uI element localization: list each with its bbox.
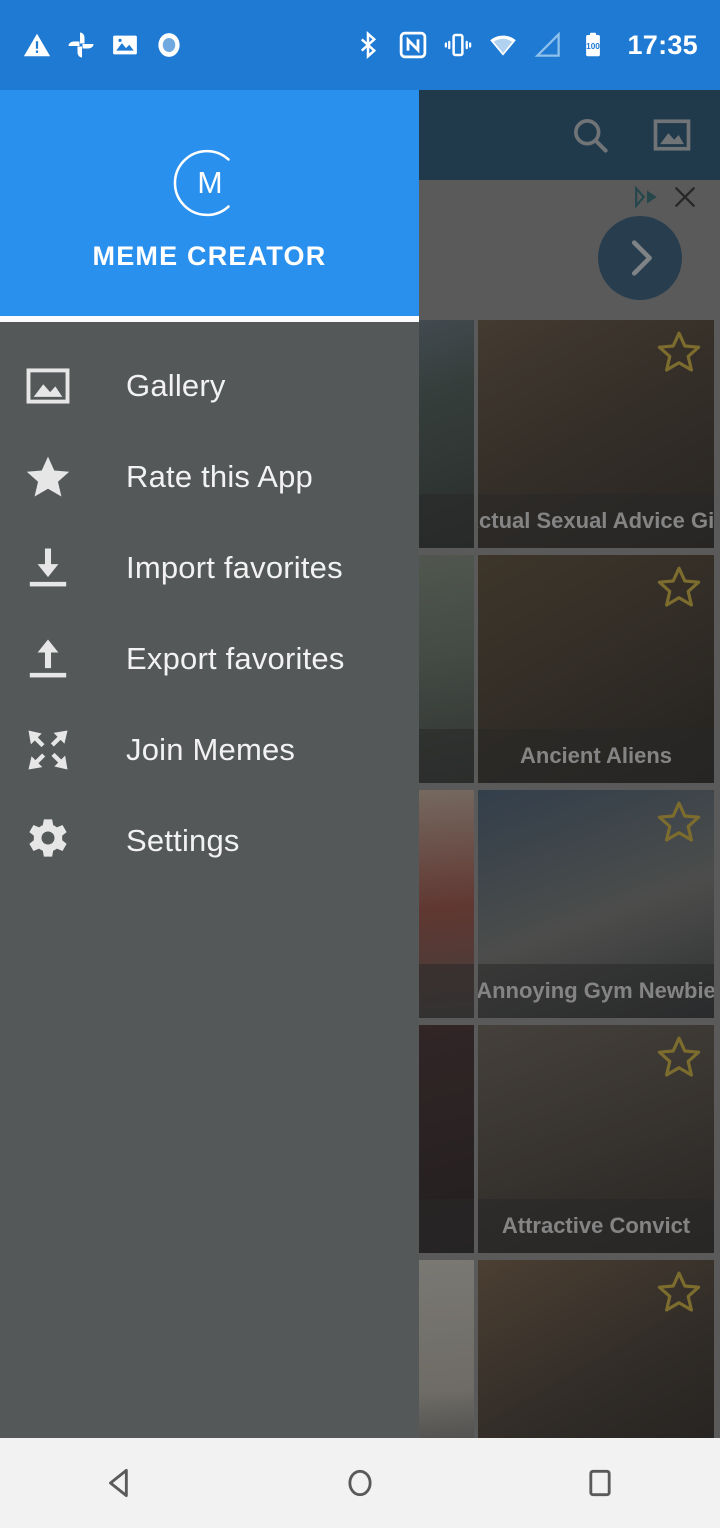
warning-triangle-icon (23, 33, 51, 57)
drawer-item-rate-this-app[interactable]: Rate this App (0, 431, 419, 522)
drawer-item-export-favorites[interactable]: Export favorites (0, 613, 419, 704)
status-bar-system-icons: 100 17:35 (353, 30, 698, 61)
drawer-item-import-favorites[interactable]: Import favorites (0, 522, 419, 613)
drawer-item-label: Gallery (126, 367, 226, 403)
download-icon (29, 548, 67, 586)
status-bar: 100 17:35 (0, 0, 720, 90)
image-icon (26, 367, 70, 404)
gear-icon (29, 818, 67, 857)
join-arrows-icon (28, 730, 68, 769)
status-bar-notification-icons (22, 30, 184, 60)
drawer-item-label: Settings (126, 822, 240, 858)
star-icon (26, 456, 70, 496)
nfc-icon (400, 31, 427, 59)
drawer-header: M MEME CREATOR (0, 90, 419, 316)
drawer-item-gallery[interactable]: Gallery (0, 340, 419, 431)
square-icon (589, 1469, 611, 1497)
drawer-item-settings[interactable]: Settings (0, 795, 419, 886)
app-logo-letter: M (197, 167, 222, 200)
bluetooth-icon (361, 30, 377, 60)
phone-screen: 100 17:35 s of Egypt see the world's zat… (0, 0, 720, 1528)
recents-button[interactable] (540, 1438, 660, 1528)
image-icon (113, 35, 137, 55)
battery-level-text: 100 (587, 42, 601, 51)
drawer-item-label: Import favorites (126, 549, 343, 585)
system-navigation-bar (0, 1438, 720, 1528)
app-name-label: MEME CREATOR (92, 240, 327, 271)
home-button[interactable] (300, 1438, 420, 1528)
wifi-icon (490, 35, 517, 56)
drawer-item-label: Rate this App (126, 458, 313, 494)
drawer-menu: Gallery Rate this App Import favorites Expo… (0, 322, 419, 886)
navigation-drawer: M MEME CREATOR Gallery Rate this App Impor… (0, 90, 419, 1438)
drawer-item-label: Export favorites (126, 640, 345, 676)
triangle-left-icon (109, 1468, 128, 1498)
vibrate-icon (445, 33, 472, 57)
app-logo-icon: M (173, 149, 230, 216)
battery-icon: 100 (587, 32, 601, 57)
photos-pinwheel-icon (68, 32, 94, 58)
cellular-signal-icon (535, 31, 561, 57)
status-bar-clock: 17:35 (627, 29, 698, 60)
back-button[interactable] (60, 1438, 180, 1528)
drawer-item-join-memes[interactable]: Join Memes (0, 704, 419, 795)
circle-icon (348, 1469, 372, 1497)
upload-icon (29, 639, 67, 677)
drawer-item-label: Join Memes (126, 731, 296, 767)
record-circle-icon (158, 33, 180, 57)
